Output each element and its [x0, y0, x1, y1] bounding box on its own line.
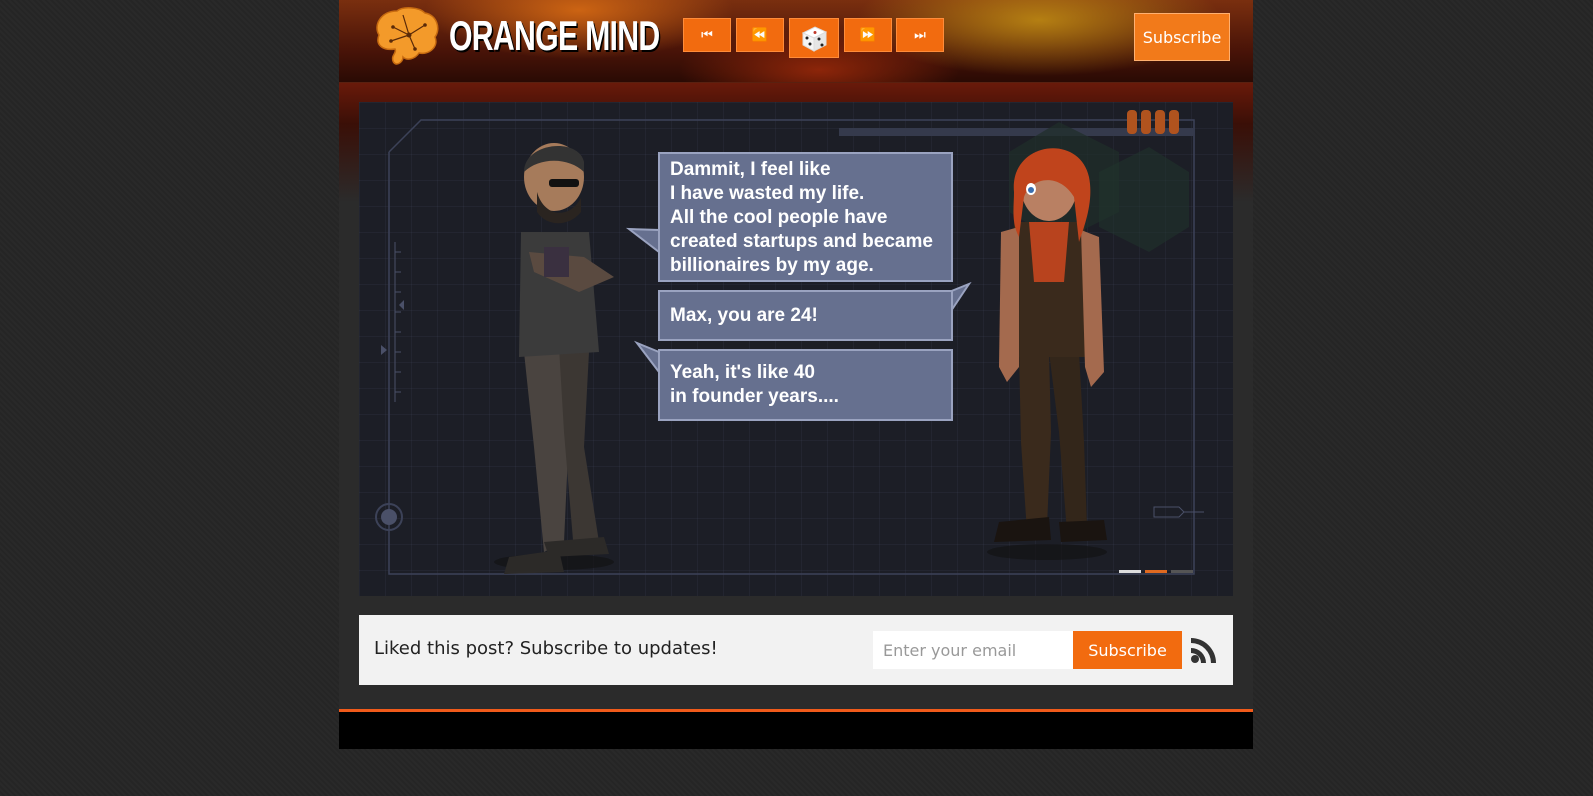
speech-bubble-max-1: Dammit, I feel like I have wasted my lif… — [658, 152, 953, 282]
random-comic-button[interactable] — [789, 18, 839, 58]
previous-icon: ⏪ — [751, 27, 769, 43]
brain-logo-icon — [376, 7, 439, 65]
rss-icon[interactable] — [1190, 636, 1218, 664]
email-input[interactable] — [873, 631, 1073, 669]
next-comic-button[interactable]: ⏩ — [844, 18, 892, 52]
first-icon: ⏮ — [701, 27, 713, 43]
last-icon: ⏭ — [914, 27, 926, 43]
comic-panel: Dammit, I feel like I have wasted my lif… — [359, 102, 1233, 596]
page-container: ORANGE MIND ⏮ ⏪ ⏩ ⏭ Subscribe Dammit, I … — [339, 0, 1253, 749]
header-subscribe-button[interactable]: Subscribe — [1134, 13, 1230, 61]
site-header: ORANGE MIND ⏮ ⏪ ⏩ ⏭ Subscribe — [339, 0, 1253, 83]
random-dice-icon — [801, 26, 828, 52]
previous-comic-button[interactable]: ⏪ — [736, 18, 784, 52]
logo-text: ORANGE MIND — [449, 12, 660, 59]
last-comic-button[interactable]: ⏭ — [896, 18, 944, 52]
speech-bubble-woman: Max, you are 24! — [658, 290, 953, 341]
next-icon: ⏩ — [859, 27, 877, 43]
first-comic-button[interactable]: ⏮ — [683, 18, 731, 52]
subscribe-prompt: Liked this post? Subscribe to updates! — [374, 638, 718, 659]
speech-bubble-max-2: Yeah, it's like 40 in founder years.... — [658, 349, 953, 421]
subscribe-button[interactable]: Subscribe — [1073, 631, 1182, 669]
subscribe-box: Liked this post? Subscribe to updates! S… — [359, 615, 1233, 685]
site-footer — [339, 712, 1253, 749]
